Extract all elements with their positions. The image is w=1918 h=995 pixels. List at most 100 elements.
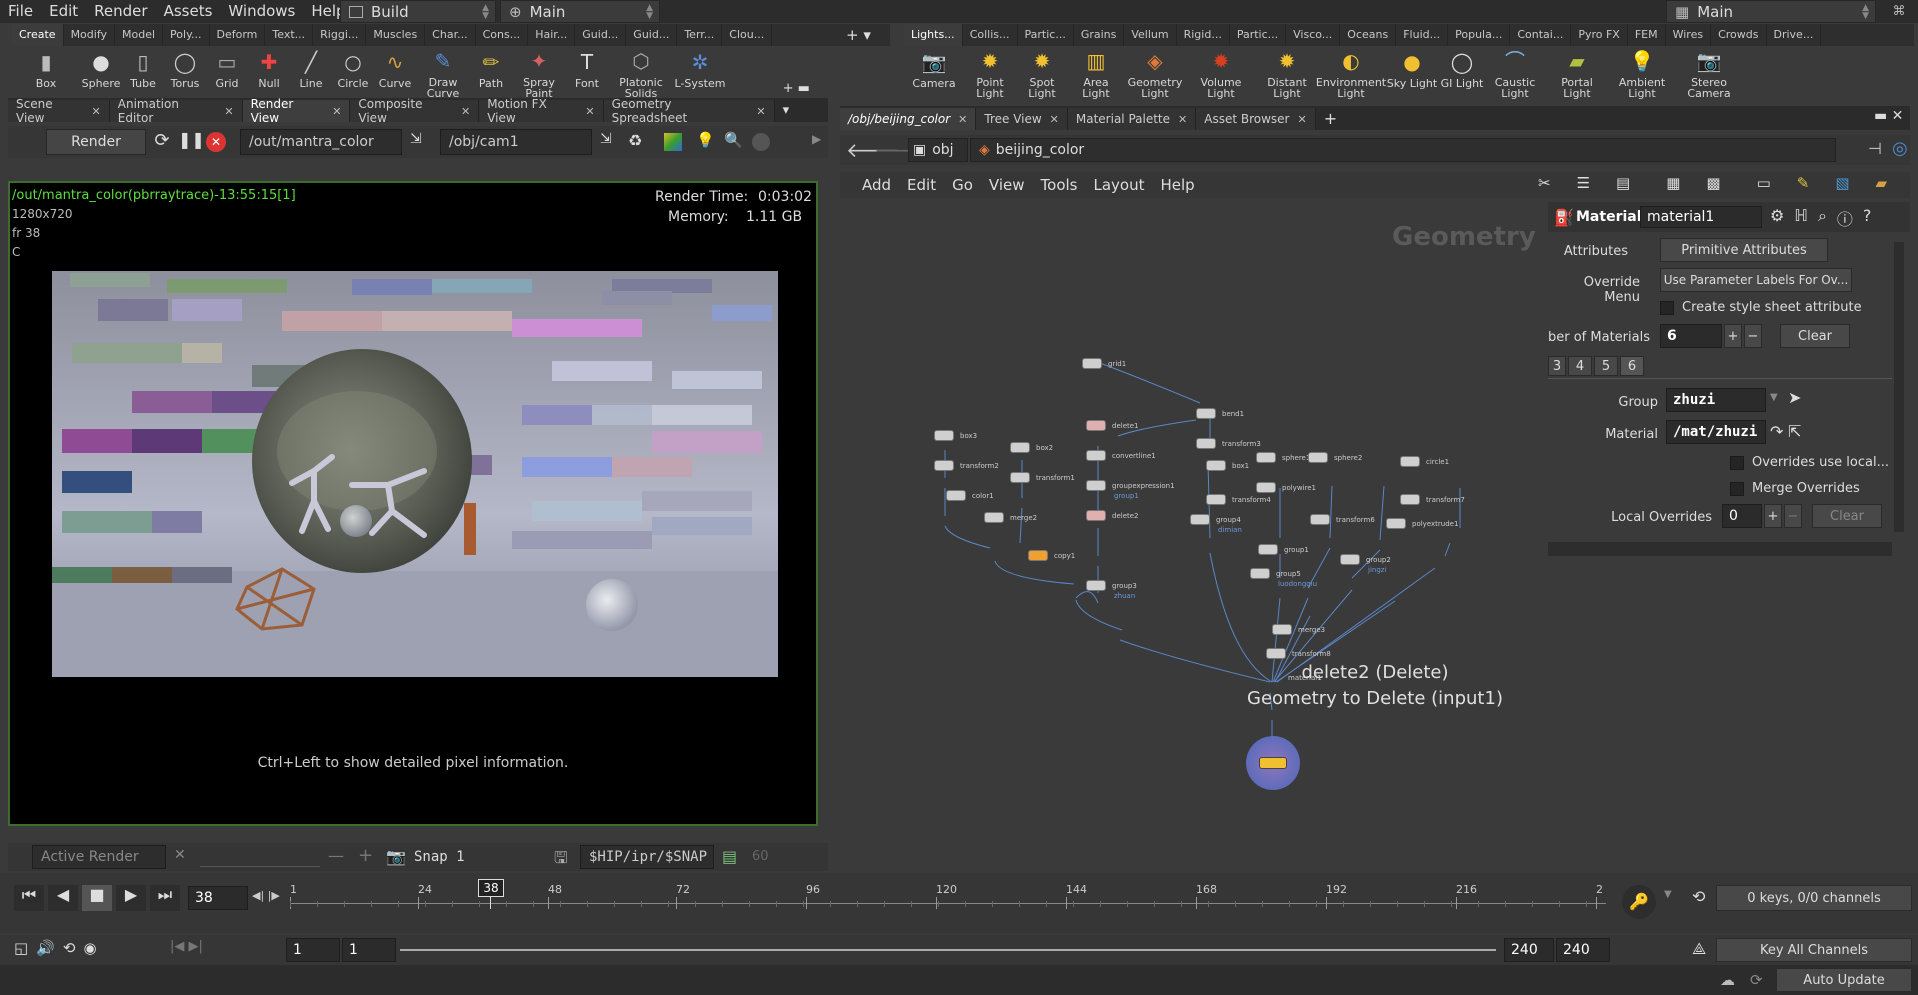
auto-update-button[interactable]: Auto Update bbox=[1776, 968, 1912, 992]
right-pane-tab[interactable]: Asset Browser ✕ bbox=[1196, 108, 1316, 130]
shelf-tool-left[interactable]: ▯ Tube bbox=[122, 46, 164, 99]
local-decrement-button[interactable]: − bbox=[1784, 504, 1802, 528]
shelf-tool-left[interactable]: ◯ Torus bbox=[164, 46, 206, 99]
shelf-tool-left[interactable]: ⬡ Platonic Solids bbox=[608, 46, 674, 99]
left-pane-tab[interactable]: Geometry Spreadsheet ✕ bbox=[603, 97, 775, 125]
override-menu-dropdown[interactable]: Use Parameter Labels For Ov... bbox=[1660, 268, 1852, 292]
sticky-icon[interactable]: ▭ bbox=[1749, 174, 1779, 192]
shelf-tool-right[interactable]: ✹ Point Light bbox=[964, 46, 1016, 99]
key-all-channels-button[interactable]: Key All Channels bbox=[1716, 938, 1912, 962]
gear-icon[interactable]: ⚙ bbox=[1770, 206, 1784, 230]
material-tab-3[interactable]: 3 bbox=[1548, 356, 1566, 376]
save-snap-icon[interactable]: 🖫 bbox=[554, 847, 568, 874]
shelf-tab-right[interactable]: Lights... bbox=[904, 24, 963, 46]
network-node[interactable] bbox=[1086, 450, 1106, 461]
merge-overrides-checkbox[interactable] bbox=[1730, 482, 1744, 496]
shelf-tab-left[interactable]: Poly... bbox=[163, 24, 210, 46]
network-node[interactable] bbox=[1250, 568, 1270, 579]
menu-edit[interactable]: Edit bbox=[41, 0, 86, 23]
clear-local-button[interactable]: Clear bbox=[1812, 504, 1882, 528]
zoom-icon[interactable]: 🔍 bbox=[724, 131, 746, 153]
key-all-icon[interactable]: ⟁ bbox=[1692, 939, 1706, 959]
net-menu-add[interactable]: Add bbox=[854, 176, 899, 194]
render-viewport[interactable]: /out/mantra_color(pbrraytrace)-13:55:15[… bbox=[8, 181, 818, 826]
network-node[interactable] bbox=[1010, 442, 1030, 453]
network-node[interactable] bbox=[1272, 624, 1292, 635]
close-icon[interactable]: ✕ bbox=[174, 847, 186, 863]
shelf-tool-left[interactable]: ✏ Path bbox=[470, 46, 512, 99]
group-field[interactable]: zhuzi bbox=[1666, 388, 1766, 412]
recycle-icon[interactable]: ♻ bbox=[628, 131, 650, 153]
path-node-button[interactable]: ◈ beijing_color bbox=[970, 138, 1836, 162]
play-back-icon[interactable]: ◀ bbox=[48, 885, 78, 911]
search-param-icon[interactable]: ⌕ bbox=[1818, 206, 1827, 230]
material-tab-4[interactable]: 4 bbox=[1568, 356, 1592, 376]
shelf-tab-right[interactable]: Partic... bbox=[1018, 24, 1074, 46]
network-node[interactable] bbox=[1206, 460, 1226, 471]
network-node[interactable] bbox=[1400, 456, 1420, 467]
rop-path-field[interactable]: /out/mantra_color bbox=[240, 129, 402, 155]
network-node[interactable] bbox=[946, 490, 966, 501]
channel-icon[interactable]: ⟲ bbox=[1692, 887, 1705, 906]
net-menu-go[interactable]: Go bbox=[944, 176, 981, 194]
shelf-tool-right[interactable]: ⌒ Caustic Light bbox=[1484, 46, 1546, 99]
add-tab-icon[interactable]: + ▬ ▾ bbox=[775, 78, 828, 122]
current-frame-marker[interactable]: 38 bbox=[478, 879, 504, 897]
shelf-tab-left[interactable]: Create bbox=[12, 24, 64, 46]
help-h-icon[interactable]: ℍ bbox=[1794, 206, 1808, 230]
close-icon[interactable]: ✕ bbox=[332, 105, 341, 118]
shelf-tab-left[interactable]: Clou... bbox=[722, 24, 773, 46]
shelf-tab-left[interactable]: Hair... bbox=[528, 24, 576, 46]
camera-path-field[interactable]: /obj/cam1 bbox=[440, 129, 592, 155]
shelf-tool-left[interactable]: ✚ Null bbox=[248, 46, 290, 99]
network-node[interactable] bbox=[1206, 494, 1226, 505]
shelf-add-icon[interactable]: + ▾ bbox=[846, 24, 890, 46]
network-node[interactable] bbox=[1196, 438, 1216, 449]
local-increment-button[interactable]: + bbox=[1764, 504, 1782, 528]
start-frame2-field[interactable]: 1 bbox=[342, 938, 396, 962]
shelf-tab-right[interactable]: Contai... bbox=[1510, 24, 1572, 46]
net-menu-layout[interactable]: Layout bbox=[1085, 176, 1152, 194]
network-node[interactable] bbox=[984, 512, 1004, 523]
info-icon[interactable]: ⓘ bbox=[1837, 206, 1853, 230]
toolbar-expand-icon[interactable]: ▶ bbox=[812, 132, 821, 146]
image-icon[interactable]: ▧ bbox=[1827, 174, 1857, 192]
refresh-status-icon[interactable]: ⟳ bbox=[1750, 971, 1763, 989]
shelf-tool-right[interactable]: ▥ Area Light bbox=[1068, 46, 1124, 99]
shelf-tab-right[interactable]: Fluid... bbox=[1396, 24, 1449, 46]
global-icon[interactable]: ◉ bbox=[83, 939, 96, 957]
network-node[interactable] bbox=[1086, 580, 1106, 591]
pick-rop-icon[interactable]: ⇲ bbox=[410, 131, 432, 153]
camera-snapshot-icon[interactable]: 📷 bbox=[386, 847, 406, 866]
network-node[interactable] bbox=[1308, 452, 1328, 463]
close-icon[interactable]: ✕ bbox=[224, 105, 233, 118]
grid-view2-icon[interactable]: ▩ bbox=[1698, 174, 1728, 192]
stop-icon[interactable]: ■ bbox=[82, 885, 112, 911]
num-materials-field[interactable]: 6 bbox=[1660, 324, 1722, 348]
color-correction-icon[interactable] bbox=[664, 133, 682, 151]
pane-menu-icon[interactable]: ▬ ✕ bbox=[1874, 108, 1903, 124]
last-frame-icon[interactable]: ⏭ bbox=[150, 885, 180, 911]
shelf-tool-right[interactable]: 💡 Ambient Light bbox=[1608, 46, 1676, 99]
shelf-tool-right[interactable]: 📷 Camera bbox=[904, 46, 964, 99]
local-overrides-field[interactable]: 0 bbox=[1722, 504, 1762, 528]
choose-op-icon[interactable]: ⇱ bbox=[1788, 422, 1801, 441]
network-node[interactable] bbox=[1258, 544, 1278, 555]
shelf-tab-right[interactable]: Pyro FX bbox=[1571, 24, 1628, 46]
step-frame-icons[interactable]: ◀| |▶ bbox=[252, 889, 280, 902]
keys-channels-button[interactable]: 0 keys, 0/0 channels bbox=[1716, 885, 1912, 911]
shelf-tab-right[interactable]: Drive... bbox=[1767, 24, 1822, 46]
network-node[interactable] bbox=[1086, 510, 1106, 521]
network-node[interactable] bbox=[1256, 452, 1276, 463]
link-icon[interactable]: ◎ bbox=[1892, 138, 1908, 159]
first-frame-icon[interactable]: ⏮ bbox=[14, 885, 44, 911]
shelf-tool-left[interactable]: ✲ L-System bbox=[674, 46, 726, 99]
pause-icon[interactable]: ❚❚ bbox=[178, 130, 205, 154]
plus-icon[interactable]: + bbox=[358, 845, 373, 866]
network-node[interactable] bbox=[1340, 554, 1360, 565]
network-node[interactable] bbox=[1082, 358, 1102, 369]
light-icon[interactable]: 💡 bbox=[696, 131, 718, 153]
param-scrollbar[interactable] bbox=[1894, 242, 1904, 532]
network-node[interactable] bbox=[1266, 648, 1286, 659]
quick-settings-icon[interactable]: ⌘ bbox=[1880, 0, 1918, 23]
